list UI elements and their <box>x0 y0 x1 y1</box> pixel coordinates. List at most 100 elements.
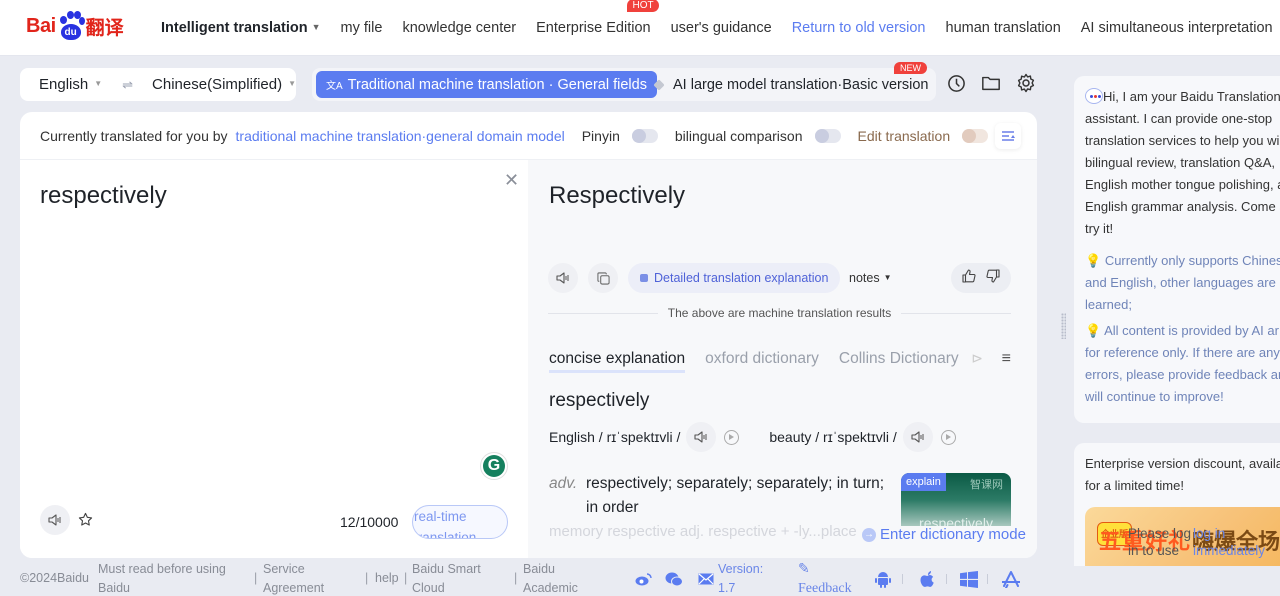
apple-icon[interactable] <box>918 570 936 588</box>
edit-translation-toggle[interactable] <box>962 128 989 143</box>
mode-traditional-machine-translation[interactable]: 文A Traditional machine translation · Gen… <box>316 71 657 98</box>
dictionary-tabs: concise explanation oxford dictionary Co… <box>549 350 1011 373</box>
nav-users-guidance[interactable]: user's guidance <box>671 20 772 36</box>
character-counter: 12/10000 <box>340 514 399 530</box>
mail-icon[interactable] <box>697 570 715 588</box>
new-badge: NEW <box>894 62 927 74</box>
footer-link-baidu-smart-cloud[interactable]: Baidu Smart Cloud <box>412 560 492 596</box>
detailed-explanation-button[interactable]: Detailed translation explanation <box>628 263 841 293</box>
translation-mode-bar: 文A Traditional machine translation · Gen… <box>312 62 936 101</box>
source-text-input[interactable]: respectively <box>40 182 167 210</box>
copyright: ©2024Baidu <box>20 571 89 585</box>
speaker-icon[interactable] <box>548 263 578 293</box>
nav-enterprise-edition[interactable]: Enterprise Edition HOT <box>536 0 659 36</box>
speaker-icon[interactable] <box>686 422 717 452</box>
favorite-star-icon[interactable] <box>78 512 93 532</box>
speaker-icon[interactable] <box>40 505 70 535</box>
feedback-vote <box>951 263 1011 293</box>
thumbs-up-icon[interactable] <box>962 268 976 288</box>
collapse-panel-icon[interactable] <box>995 123 1021 149</box>
target-panel: Respectively Detailed translation explan… <box>528 160 1037 558</box>
footer-link-must-read[interactable]: Must read before using Baidu <box>98 560 238 596</box>
tab-collins-dictionary[interactable]: Collins Dictionary <box>839 350 959 370</box>
folder-icon[interactable] <box>981 72 1001 94</box>
explain-tag: explain <box>901 473 946 491</box>
history-icon[interactable] <box>946 72 966 94</box>
nav-return-old-version[interactable]: Return to old version <box>792 20 926 36</box>
assistant-robot-icon <box>1085 88 1103 104</box>
app-store-icon[interactable] <box>1002 570 1020 588</box>
footer-link-help[interactable]: help <box>375 569 399 588</box>
top-navigation-bar: Bai du 翻译 Intelligent translation ▼ my fi… <box>0 0 1280 56</box>
pinyin-toggle[interactable] <box>631 128 658 143</box>
source-language-select[interactable]: English ▼ <box>39 76 102 93</box>
android-icon[interactable] <box>874 570 892 588</box>
assistant-tip-disclaimer: 💡 All content is provided by AI ar for r… <box>1085 323 1280 404</box>
logo-text-cn: 翻译 <box>85 17 124 39</box>
enterprise-promo-panel: Enterprise version discount, availa for … <box>1074 443 1280 566</box>
promo-text: Enterprise version discount, availa for … <box>1085 456 1280 493</box>
enter-dictionary-mode-link[interactable]: → Enter dictionary mode <box>858 526 1026 543</box>
login-prompt: Please log in to use <box>1128 526 1192 558</box>
thumbs-down-icon[interactable] <box>986 268 1000 288</box>
translation-actions: Detailed translation explanation notes ▼ <box>548 263 1011 293</box>
sidebar-resize-handle[interactable] <box>1061 313 1066 339</box>
translation-workspace: Currently translated for you by traditio… <box>20 112 1037 558</box>
toolbar-icons <box>946 72 1036 94</box>
version-label: Version: 1.7 <box>718 562 764 595</box>
nav-knowledge-center[interactable]: knowledge center <box>402 20 516 36</box>
weibo-icon[interactable] <box>634 570 652 588</box>
footer-link-baidu-academic[interactable]: Baidu Academic <box>523 560 583 596</box>
definition-meaning: respectively; separately; separately; in… <box>586 475 885 516</box>
nav-my-file[interactable]: my file <box>341 20 383 36</box>
feedback-link[interactable]: ✎ Feedback <box>798 560 852 596</box>
bilingual-comparison-toggle[interactable] <box>814 128 841 143</box>
login-link[interactable]: log in immediately <box>1193 525 1265 559</box>
edit-translation-option[interactable]: Edit translation <box>858 128 989 144</box>
footer: ©2024Baidu Must read before using Baidu … <box>20 560 1060 596</box>
promo-banner[interactable]: 企业版 五重好礼 嗨爆全场 Please log in to use log in… <box>1085 507 1280 566</box>
hot-badge: HOT <box>627 0 659 12</box>
chevron-down-icon: ▼ <box>311 22 321 32</box>
settings-gear-icon[interactable] <box>1016 72 1036 94</box>
target-language-select[interactable]: Chinese(Simplified) ▼ <box>152 76 296 93</box>
nav-ai-simultaneous-interpretation[interactable]: AI simultaneous interpretation <box>1081 20 1273 36</box>
replay-icon[interactable] <box>724 429 740 445</box>
tab-oxford-dictionary[interactable]: oxford dictionary <box>705 350 819 370</box>
replay-icon[interactable] <box>940 429 956 445</box>
pronunciations: English / rɪˈspektɪvli / beauty / rɪˈspe… <box>549 422 956 452</box>
clear-input-icon[interactable]: ✕ <box>504 170 519 191</box>
bilingual-comparison-option[interactable]: bilingual comparison <box>675 128 841 144</box>
baidu-translate-logo[interactable]: Bai du 翻译 <box>26 9 124 43</box>
cube-icon <box>653 78 665 91</box>
notes-dropdown[interactable]: notes ▼ <box>849 271 892 285</box>
grammarly-icon[interactable]: G <box>480 452 508 480</box>
menu-icon[interactable]: ≡ <box>1002 350 1011 368</box>
model-link[interactable]: traditional machine translation·general … <box>236 128 565 144</box>
speaker-icon[interactable] <box>902 422 933 452</box>
logo-text-latin: Bai <box>26 14 56 37</box>
explain-video-card[interactable]: explain 智课网 respectively <box>901 473 1011 533</box>
pronunciation-uk: English / rɪˈspektɪvli / <box>549 429 681 445</box>
ai-assistant-panel: Hi, I am your Baidu Translation assistan… <box>1074 76 1280 423</box>
wechat-icon[interactable] <box>665 570 683 588</box>
real-time-translation-button[interactable]: real-time translation <box>412 505 508 539</box>
swap-languages-icon[interactable]: ⇌ <box>122 77 133 93</box>
translate-icon: 文A <box>326 81 343 92</box>
windows-icon[interactable] <box>960 570 978 588</box>
nav-human-translation[interactable]: human translation <box>946 20 1061 36</box>
translated-by-label: Currently translated for you by <box>40 127 228 144</box>
part-of-speech: adv. <box>549 475 578 492</box>
main-nav: Intelligent translation ▼ my file knowled… <box>161 0 1280 56</box>
pronunciation-us: beauty / rɪˈspektɪvli / <box>769 429 897 445</box>
source-panel: respectively ✕ G 12/10000 real-time tran… <box>20 160 528 558</box>
nav-intelligent-translation[interactable]: Intelligent translation ▼ <box>161 20 321 36</box>
pinyin-option[interactable]: Pinyin <box>582 128 658 144</box>
cube-icon <box>640 274 648 282</box>
copy-icon[interactable] <box>588 263 618 293</box>
scroll-tabs-right-icon[interactable]: ⊳ <box>971 350 983 367</box>
footer-link-service-agreement[interactable]: Service Agreement <box>263 560 343 596</box>
mode-ai-large-model[interactable]: AI large model translation·Basic version <box>653 71 928 98</box>
tab-concise-explanation[interactable]: concise explanation <box>549 350 686 373</box>
lightbulb-icon: 💡 <box>1085 323 1102 338</box>
